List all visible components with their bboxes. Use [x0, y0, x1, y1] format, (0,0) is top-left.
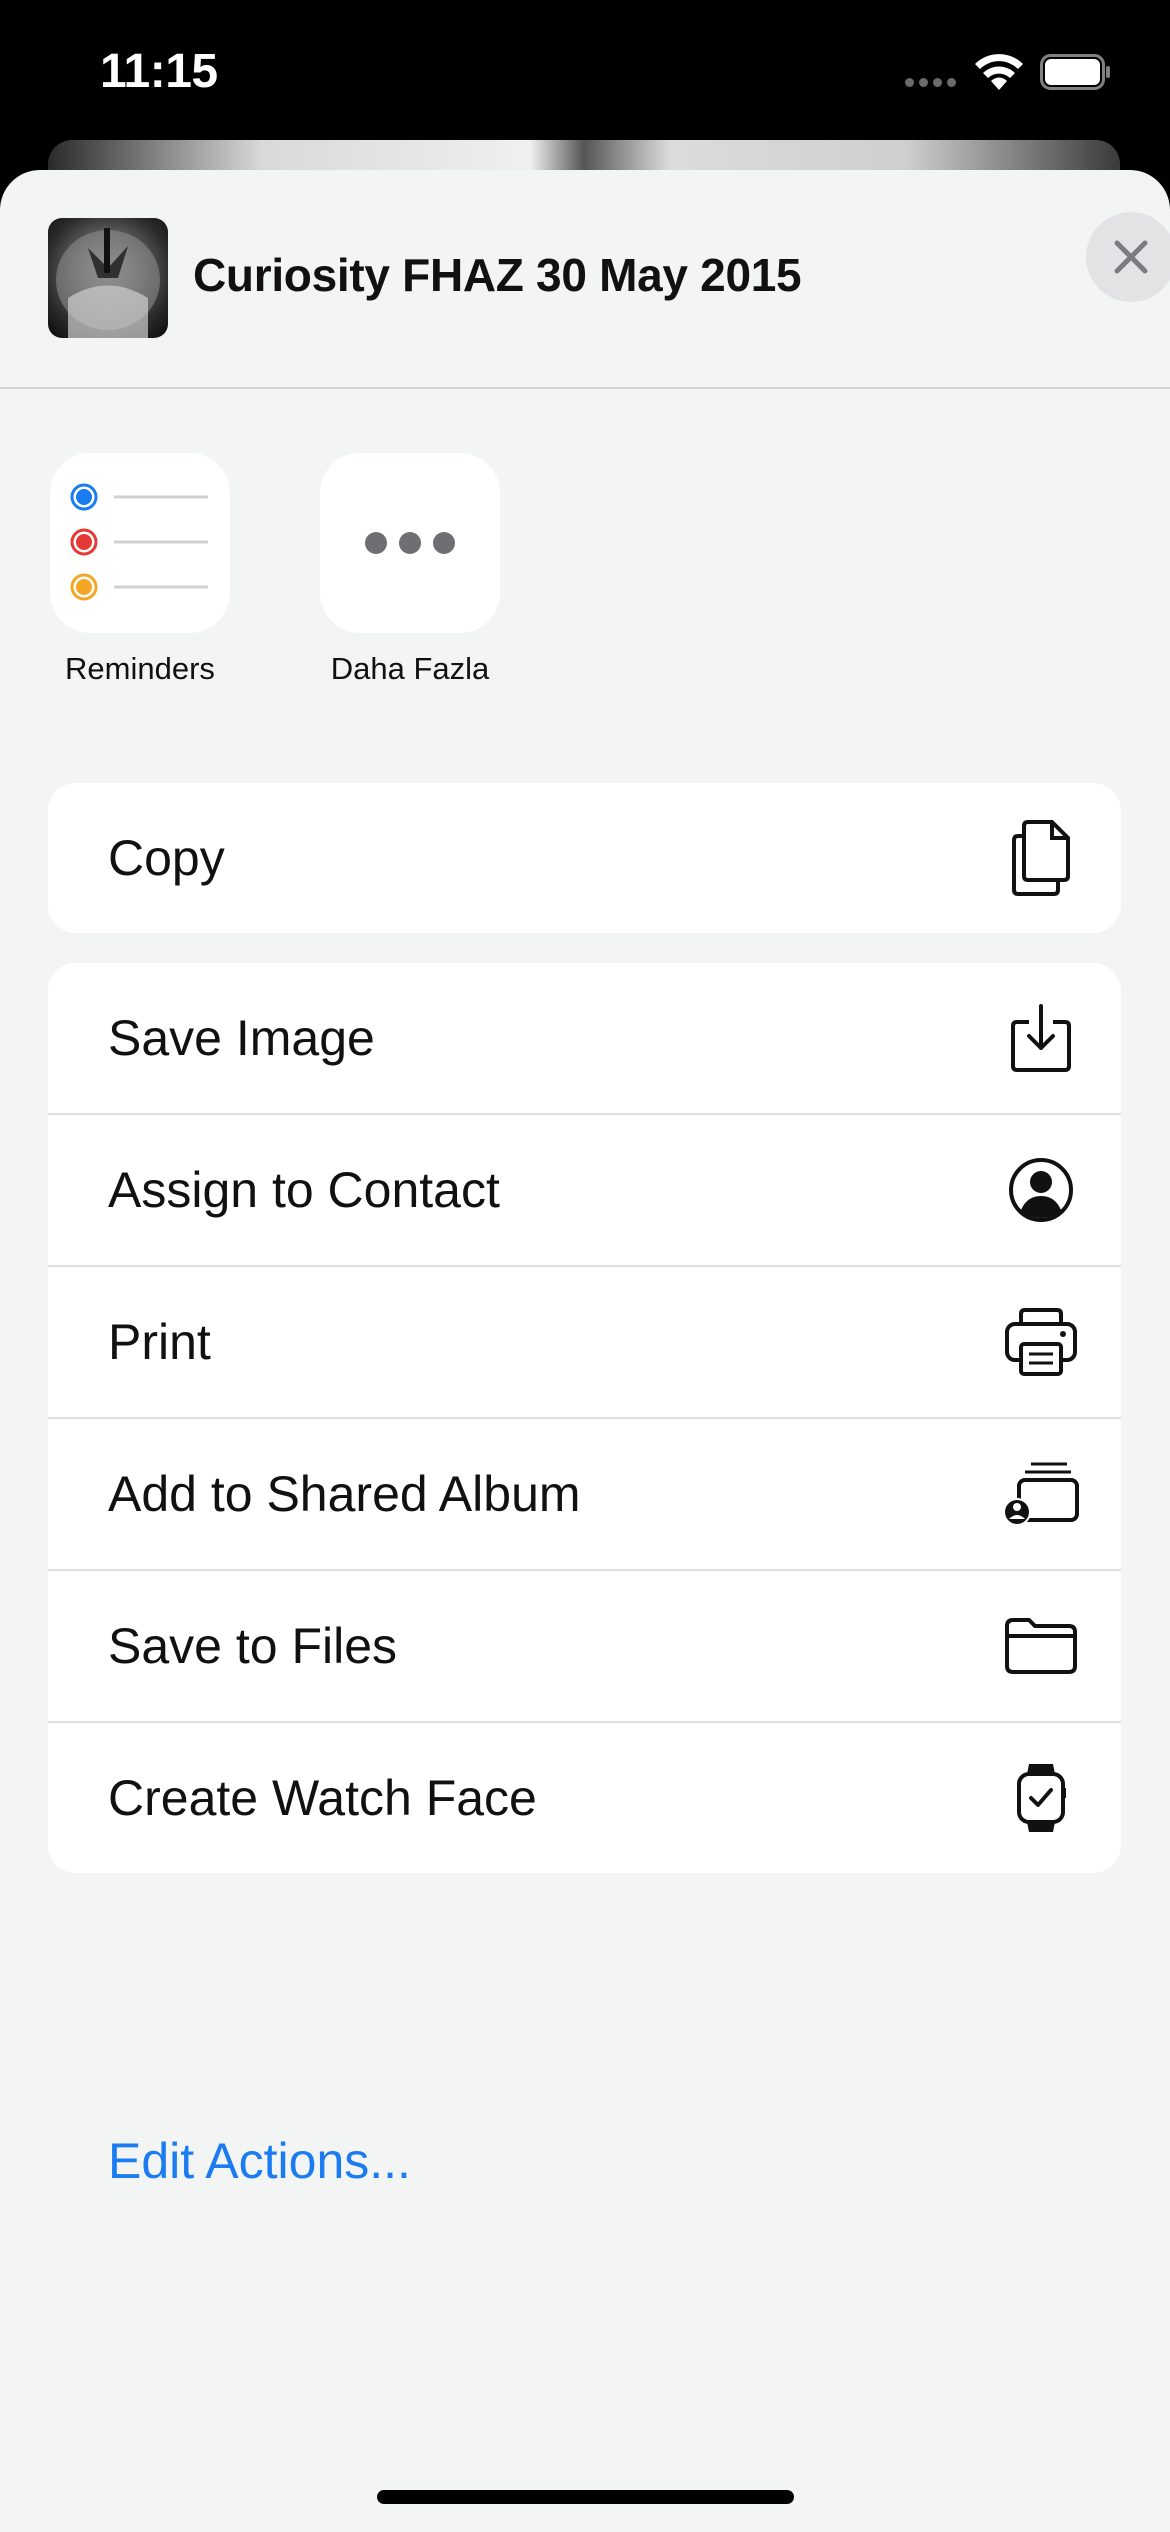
- actions-group-primary: Copy: [48, 783, 1121, 933]
- action-copy[interactable]: Copy: [48, 783, 1121, 933]
- action-add-to-shared-album[interactable]: Add to Shared Album: [48, 1419, 1121, 1571]
- action-label: Copy: [108, 830, 225, 886]
- action-save-image[interactable]: Save Image: [48, 963, 1121, 1115]
- shared-album-icon: [1001, 1454, 1081, 1534]
- action-assign-to-contact[interactable]: Assign to Contact: [48, 1115, 1121, 1267]
- home-indicator[interactable]: [377, 2490, 794, 2504]
- action-create-watch-face[interactable]: Create Watch Face: [48, 1723, 1121, 1873]
- more-icon: [320, 453, 500, 633]
- action-label: Assign to Contact: [108, 1162, 500, 1218]
- share-sheet-title: Curiosity FHAZ 30 May 2015: [193, 249, 802, 301]
- status-bar: 11:15: [0, 0, 1170, 150]
- action-label: Print: [108, 1314, 211, 1370]
- printer-icon: [1001, 1302, 1081, 1382]
- edit-actions-link[interactable]: Edit Actions...: [108, 2132, 411, 2190]
- app-reminders[interactable]: Reminders: [50, 453, 230, 687]
- battery-icon: [1040, 54, 1110, 90]
- app-label-more: Daha Fazla: [330, 651, 490, 686]
- share-sheet-header: Curiosity FHAZ 30 May 2015: [0, 170, 1170, 389]
- person-circle-icon: [1001, 1150, 1081, 1230]
- close-icon: [1114, 240, 1148, 274]
- screen: 11:15 Curiosity FHAZ 30 May 2015 Reminde…: [0, 0, 1170, 2532]
- action-print[interactable]: Print: [48, 1267, 1121, 1419]
- reminders-icon: [50, 453, 230, 633]
- action-label: Create Watch Face: [108, 1770, 537, 1826]
- status-time: 11:15: [100, 45, 218, 98]
- save-image-icon: [1001, 998, 1081, 1078]
- watch-icon: [1001, 1758, 1081, 1838]
- action-label: Save Image: [108, 1010, 375, 1066]
- app-label-reminders: Reminders: [65, 651, 215, 686]
- copy-icon: [1001, 818, 1081, 898]
- action-label: Add to Shared Album: [108, 1466, 581, 1522]
- close-button[interactable]: [1086, 212, 1170, 302]
- actions-group-secondary: Save Image Assign to Contact Print Add t…: [48, 963, 1121, 1873]
- cellular-signal-icon: [905, 78, 956, 87]
- photo-thumbnail: [48, 218, 168, 338]
- folder-icon: [1001, 1606, 1081, 1686]
- action-save-to-files[interactable]: Save to Files: [48, 1571, 1121, 1723]
- app-more[interactable]: Daha Fazla: [320, 453, 500, 687]
- share-sheet: Curiosity FHAZ 30 May 2015 Reminders Dah…: [0, 170, 1170, 2532]
- action-label: Save to Files: [108, 1618, 398, 1674]
- wifi-icon: [975, 54, 1023, 90]
